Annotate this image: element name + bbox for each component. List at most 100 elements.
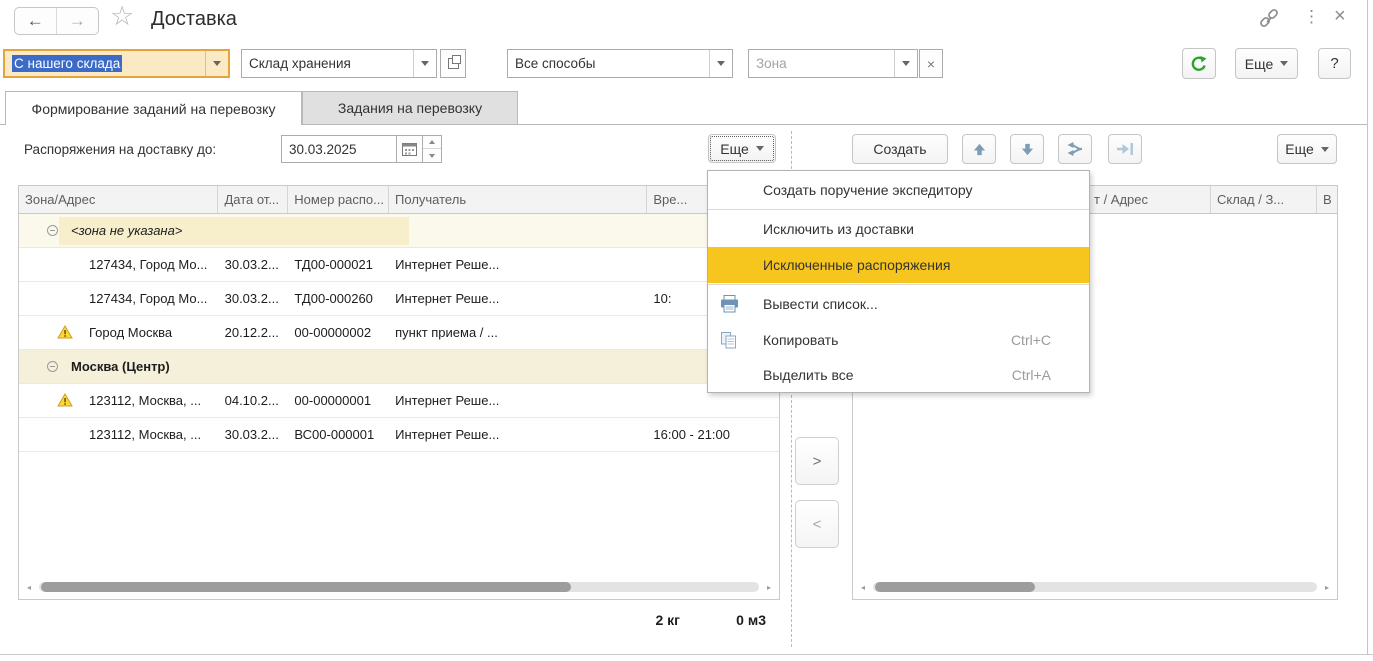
- menu-item-create-forwarder-order[interactable]: Создать поручение экспедитору: [708, 172, 1089, 208]
- chevron-down-icon: [1280, 61, 1289, 66]
- table-row[interactable]: 123112, Москва, ... 30.03.2... ВС00-0000…: [19, 418, 779, 452]
- create-button[interactable]: Создать: [852, 134, 948, 164]
- more-context-menu: Создать поручение экспедитору Исключить …: [707, 170, 1090, 393]
- scroll-right-icon[interactable]: ▸: [1325, 583, 1329, 592]
- menu-item-label: Создать поручение экспедитору: [763, 182, 973, 198]
- cell-date: 30.03.2...: [224, 257, 279, 272]
- menu-item-label: Исключенные распоряжения: [763, 257, 951, 273]
- warehouse-value: Склад хранения: [249, 56, 351, 71]
- cell-number: ТД00-000021: [294, 257, 373, 272]
- menu-item-select-all[interactable]: Выделить все Ctrl+A: [708, 358, 1089, 391]
- column-header[interactable]: Номер распо...: [288, 186, 390, 213]
- column-header[interactable]: Склад / З...: [1211, 186, 1317, 213]
- arrow-down-icon: [1021, 143, 1033, 155]
- zone-filter[interactable]: Зона: [748, 49, 918, 78]
- move-up-button[interactable]: [962, 134, 996, 164]
- tab-transport-tasks[interactable]: Задания на перевозку: [302, 91, 518, 125]
- more-dots-icon[interactable]: ⋮: [1303, 7, 1320, 27]
- total-weight: 2 кг: [655, 612, 680, 628]
- calendar-icon: [402, 143, 417, 156]
- method-filter[interactable]: Все способы: [507, 49, 733, 78]
- move-down-button[interactable]: [1010, 134, 1044, 164]
- table-row[interactable]: 127434, Город Мо... 30.03.2... ТД00-0000…: [19, 248, 779, 282]
- cell-date: 30.03.2...: [224, 291, 279, 306]
- cell-number: 00-00000001: [294, 393, 372, 408]
- filters-more-button[interactable]: Еще: [1235, 48, 1298, 79]
- transfer-left-button[interactable]: <: [795, 500, 839, 548]
- warning-icon: [57, 325, 73, 342]
- menu-item-copy[interactable]: Копировать Ctrl+C: [708, 322, 1089, 358]
- delivery-orders-table: Зона/Адрес Дата от... Номер распо... Пол…: [18, 185, 780, 600]
- spinner-up-icon[interactable]: [429, 140, 435, 144]
- right-table-more-button[interactable]: Еще: [1277, 134, 1337, 164]
- cell-date: 20.12.2...: [224, 325, 279, 340]
- merge-right-icon: [1117, 143, 1133, 155]
- delivery-window: ← → ☆ Доставка ⋮ × С нашего склада Склад…: [0, 0, 1373, 661]
- cell-date: 30.03.2...: [224, 427, 279, 442]
- spinner-down-icon[interactable]: [429, 153, 435, 158]
- table-row[interactable]: 127434, Город Мо... 30.03.2... ТД00-0002…: [19, 282, 779, 316]
- calendar-button[interactable]: [396, 135, 423, 163]
- cell-address: 123112, Москва, ...: [89, 427, 202, 442]
- cell-address: 127434, Город Мо...: [89, 257, 208, 272]
- scrollbar-thumb[interactable]: [41, 582, 571, 592]
- page-title: Доставка: [151, 8, 237, 30]
- cell-recipient: Интернет Реше...: [395, 427, 500, 442]
- menu-item-excluded-orders[interactable]: Исключенные распоряжения: [708, 247, 1089, 283]
- column-header[interactable]: В: [1317, 186, 1337, 213]
- more-label: Еще: [1244, 55, 1274, 72]
- transfer-right-button[interactable]: >: [795, 437, 839, 485]
- favorite-star-icon[interactable]: ☆: [110, 1, 134, 32]
- date-filter-label: Распоряжения на доставку до:: [24, 142, 217, 157]
- scroll-right-icon[interactable]: ▸: [767, 583, 771, 592]
- column-header[interactable]: Зона/Адрес: [19, 186, 219, 213]
- zone-placeholder: Зона: [756, 56, 787, 71]
- cell-time: 16:00 - 21:00: [653, 427, 731, 442]
- cell-recipient: Интернет Реше...: [395, 257, 500, 272]
- horizontal-scrollbar[interactable]: ◂ ▸: [27, 581, 771, 593]
- table-row[interactable]: Город Москва 20.12.2... 00-00000002 пунк…: [19, 316, 779, 350]
- table-row[interactable]: 123112, Москва, ... 04.10.2... 00-000000…: [19, 384, 779, 418]
- menu-item-exclude-from-delivery[interactable]: Исключить из доставки: [708, 211, 1089, 247]
- chevron-down-icon[interactable]: [205, 51, 228, 76]
- date-spinner[interactable]: [422, 135, 442, 163]
- scroll-left-icon[interactable]: ◂: [27, 583, 31, 592]
- scrollbar-thumb[interactable]: [875, 582, 1035, 592]
- tab-label: Задания на перевозку: [337, 100, 483, 116]
- cell-number: ВС00-000001: [294, 427, 375, 442]
- zone-clear-button[interactable]: ×: [919, 49, 943, 78]
- delivery-type-filter[interactable]: С нашего склада: [3, 49, 230, 78]
- scroll-left-icon[interactable]: ◂: [861, 583, 865, 592]
- column-header[interactable]: Получатель: [389, 186, 648, 213]
- chevron-down-icon: [755, 146, 764, 151]
- forward-button[interactable]: →: [57, 8, 99, 34]
- chevron-down-icon: [1320, 146, 1329, 152]
- menu-item-label: Исключить из доставки: [763, 221, 914, 237]
- warehouse-choose-button[interactable]: [440, 49, 466, 78]
- cell-recipient: Интернет Реше...: [395, 393, 500, 408]
- menu-item-shortcut: Ctrl+A: [1011, 366, 1051, 383]
- collapse-icon[interactable]: [47, 361, 58, 372]
- tab-forming-transport-tasks[interactable]: Формирование заданий на перевозку: [5, 91, 302, 125]
- help-button[interactable]: ?: [1318, 48, 1351, 79]
- column-header[interactable]: Дата от...: [218, 186, 289, 213]
- chevron-down-icon[interactable]: [413, 50, 436, 77]
- horizontal-scrollbar[interactable]: ◂ ▸: [861, 581, 1329, 593]
- group-label: Москва (Центр): [71, 359, 170, 374]
- date-input[interactable]: 30.03.2025: [281, 135, 397, 163]
- warehouse-filter[interactable]: Склад хранения: [241, 49, 437, 78]
- left-table-more-button[interactable]: Еще: [708, 134, 776, 163]
- group-row[interactable]: <зона не указана>: [19, 214, 779, 248]
- menu-item-shortcut: Ctrl+C: [1010, 332, 1051, 348]
- chevron-down-icon[interactable]: [894, 50, 917, 77]
- link-icon[interactable]: [1258, 9, 1280, 36]
- menu-item-print-list[interactable]: Вывести список...: [708, 286, 1089, 322]
- back-button[interactable]: ←: [15, 8, 57, 34]
- group-row[interactable]: Москва (Центр): [19, 350, 779, 384]
- move-right-button[interactable]: [1108, 134, 1142, 164]
- exclude-split-button[interactable]: [1058, 134, 1092, 164]
- cell-recipient: Интернет Реше...: [395, 291, 500, 306]
- refresh-button[interactable]: [1182, 48, 1216, 79]
- chevron-down-icon[interactable]: [709, 50, 732, 77]
- close-icon[interactable]: ×: [1334, 5, 1346, 28]
